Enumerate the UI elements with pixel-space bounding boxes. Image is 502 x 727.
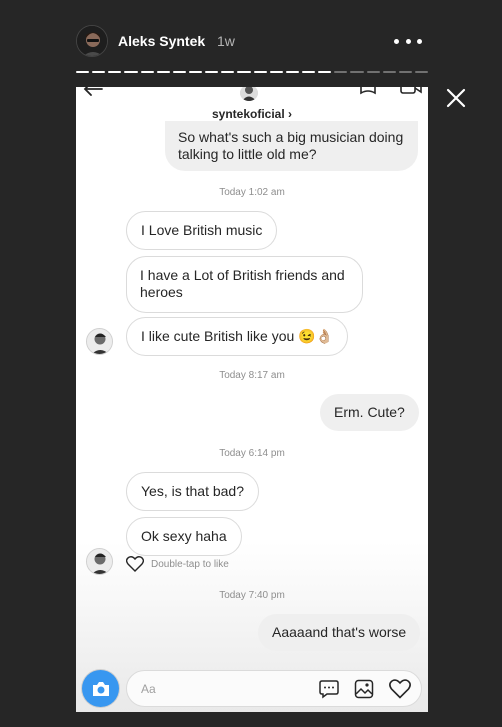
heart-icon[interactable]: [389, 679, 411, 699]
message-input[interactable]: [141, 680, 291, 698]
message-incoming[interactable]: I Love British music: [126, 211, 278, 250]
back-arrow-icon: [83, 87, 103, 96]
progress-segment: [366, 71, 380, 73]
story-username[interactable]: Aleks Syntek: [118, 33, 205, 49]
progress-segment: [382, 71, 396, 73]
contact-avatar[interactable]: [240, 87, 258, 101]
message-outgoing[interactable]: Erm. Cute?: [320, 394, 419, 431]
progress-segment: [398, 71, 412, 73]
story-progress-bar: [76, 71, 429, 74]
progress-segment: [205, 71, 219, 73]
progress-segment: [188, 71, 203, 73]
message-input-box[interactable]: [126, 670, 422, 707]
message-outgoing[interactable]: Aaaaand that's worse: [258, 614, 421, 651]
progress-segment: [172, 71, 186, 73]
like-hint[interactable]: Double-tap to like: [126, 556, 229, 572]
contact-chevron: ›: [288, 107, 293, 121]
sender-avatar[interactable]: [86, 548, 113, 575]
progress-segment: [124, 71, 138, 73]
contact-name[interactable]: syntekoficial ›: [76, 107, 428, 121]
avatar-portrait-icon: [77, 26, 107, 56]
heart-icon: [126, 556, 144, 572]
contact-portrait-icon: [240, 87, 258, 101]
more-options-icon: [394, 38, 399, 44]
flag-icon[interactable]: [358, 87, 378, 97]
gallery-icon[interactable]: [354, 679, 374, 699]
contact-name-text: syntekoficial: [211, 107, 285, 121]
message-outgoing[interactable]: So what's such a big musician doing talk…: [165, 121, 418, 171]
story-age: 1w: [217, 33, 235, 49]
progress-segment: [237, 71, 251, 73]
progress-segment: [156, 71, 170, 73]
progress-segment: [108, 71, 122, 73]
progress-segment: [334, 71, 348, 73]
progress-segment: [301, 71, 316, 73]
message-incoming[interactable]: I have a Lot of British friends and hero…: [126, 256, 363, 313]
progress-segment: [76, 71, 90, 73]
timestamp: Today 6:14 pm: [219, 448, 285, 459]
progress-segment: [269, 71, 283, 73]
sender-avatar[interactable]: [86, 328, 113, 355]
chat-screenshot: syntekoficial › So what's such a big mus…: [76, 87, 428, 712]
timestamp: Today 8:17 am: [219, 370, 285, 381]
message-icon[interactable]: [319, 679, 339, 699]
more-options-button[interactable]: [394, 31, 422, 51]
like-hint-text: Double-tap to like: [151, 558, 229, 570]
camera-icon: [92, 681, 109, 696]
close-icon: [446, 88, 466, 108]
progress-segment: [140, 71, 154, 73]
back-button[interactable]: [82, 87, 104, 104]
progress-segment: [285, 71, 299, 73]
progress-segment: [318, 71, 332, 73]
sender-portrait-icon: [87, 329, 112, 354]
message-composer: [82, 670, 424, 707]
progress-segment: [221, 71, 235, 73]
message-incoming[interactable]: Ok sexy haha: [126, 517, 242, 556]
progress-segment: [350, 71, 364, 73]
message-incoming[interactable]: Yes, is that bad?: [126, 472, 260, 511]
close-button[interactable]: [444, 86, 468, 110]
video-call-icon[interactable]: [400, 87, 422, 97]
story-avatar[interactable]: [76, 25, 108, 57]
camera-button[interactable]: [82, 670, 119, 707]
progress-segment: [414, 71, 429, 73]
message-incoming[interactable]: I like cute British like you 😉👌🏼: [126, 317, 349, 356]
timestamp: Today 7:40 pm: [219, 590, 285, 601]
timestamp: Today 1:02 am: [219, 187, 285, 198]
progress-segment: [92, 71, 106, 73]
progress-segment: [253, 71, 267, 73]
